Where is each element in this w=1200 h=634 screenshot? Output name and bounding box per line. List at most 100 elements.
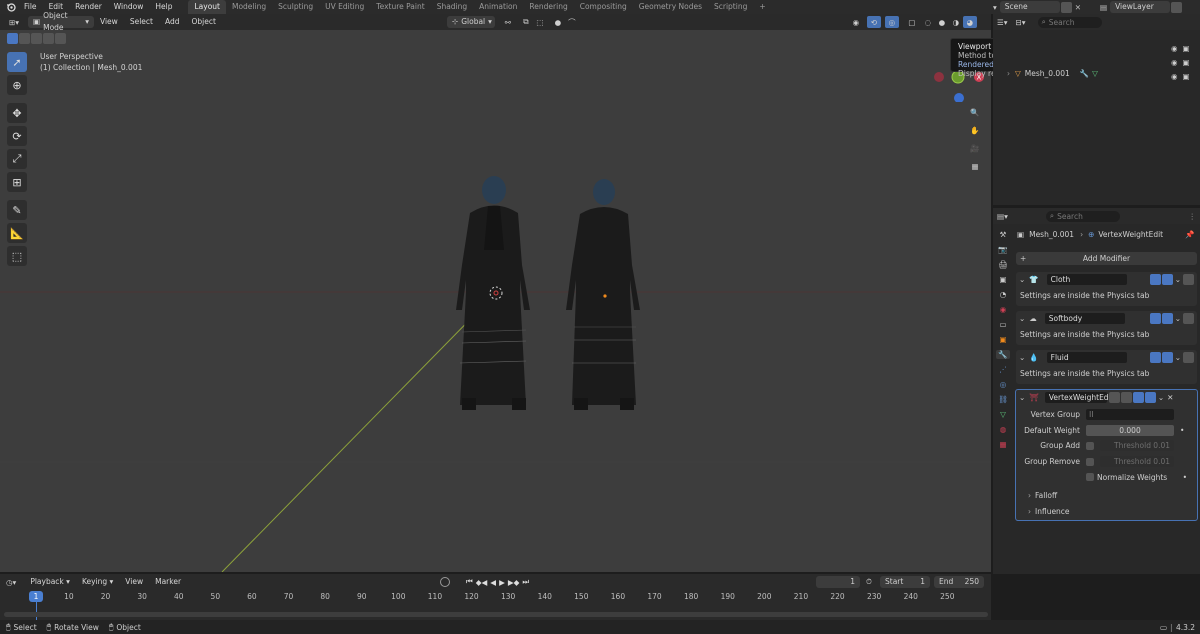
object-tab-icon[interactable]: ▣ (999, 335, 1006, 344)
frame-ruler[interactable]: 10 20 30 40 50 60 70 80 90 100 110 120 130 140 150 160 1… (0, 592, 991, 604)
menu-help[interactable]: Help (149, 0, 178, 14)
shading-rendered-icon[interactable]: ◕ (962, 16, 977, 28)
output-tab-icon[interactable]: 🖨 (998, 260, 1008, 269)
scene-name[interactable]: Scene (999, 1, 1060, 13)
modifier-name-softbody[interactable]: Softbody (1044, 313, 1125, 324)
drag-handle-icon[interactable] (1183, 313, 1194, 324)
modifier-name-vwe[interactable]: VertexWeightEdit (1044, 392, 1114, 403)
camera-icon[interactable]: 🎥 (968, 142, 982, 154)
record-button[interactable] (440, 577, 450, 587)
xray-icon[interactable]: ▢ (905, 16, 919, 28)
on-cage-icon[interactable] (1108, 392, 1120, 403)
render-tab-icon[interactable]: 📷 (998, 245, 1007, 254)
rotate-tool[interactable]: ⟳ (7, 126, 27, 146)
drag-handle-icon[interactable] (1183, 352, 1194, 363)
timeline-scrollbar[interactable] (4, 612, 988, 617)
camera-restrict-icon[interactable]: ▣ (1183, 72, 1190, 81)
tab-modeling[interactable]: Modeling (226, 0, 272, 14)
copy-view-layer-icon[interactable] (1171, 1, 1183, 13)
show-editmode-icon[interactable] (1149, 352, 1161, 363)
select-new-icon[interactable] (7, 33, 18, 44)
tab-layout[interactable]: Layout (188, 0, 226, 14)
shading-wireframe-icon[interactable]: ◌ (921, 16, 935, 28)
tab-texture-paint[interactable]: Texture Paint (370, 0, 430, 14)
end-frame-field[interactable]: End 250 (934, 576, 984, 588)
pan-hand-icon[interactable]: ✋ (968, 124, 982, 136)
timeline-menu-keying[interactable]: Keying ▾ (76, 575, 119, 589)
collapse-chevron-icon[interactable]: ⌄ (1019, 353, 1025, 362)
prev-keyframe-icon[interactable]: ◆◀ (476, 578, 488, 587)
shading-solid-icon[interactable]: ● (935, 16, 949, 28)
modifier-name-fluid[interactable]: Fluid (1046, 352, 1127, 363)
view-layer-name[interactable]: ViewLayer (1110, 1, 1171, 13)
collapse-chevron-icon[interactable]: ⌄ (1019, 393, 1025, 402)
material-tab-icon[interactable]: ◍ (1000, 425, 1007, 434)
play-icon[interactable]: ▶ (499, 578, 505, 587)
dropdown-icon[interactable]: ⌄ (1175, 353, 1181, 362)
select-invert-icon[interactable] (43, 33, 54, 44)
texture-tab-icon[interactable]: ▦ (999, 440, 1006, 449)
timeline-menu-marker[interactable]: Marker (149, 575, 187, 589)
add-workspace-button[interactable]: + (753, 0, 771, 14)
camera-restrict-icon[interactable]: ▣ (1183, 44, 1190, 53)
normalize-checkbox[interactable] (1086, 473, 1094, 482)
viewport-menu-view[interactable]: View (94, 15, 124, 29)
play-reverse-icon[interactable]: ◀ (490, 578, 496, 587)
properties-type-icon[interactable]: ▤▾ (997, 212, 1008, 221)
visibility-icon[interactable]: ◉ (849, 16, 863, 28)
pin-icon[interactable]: 📌 (1185, 230, 1194, 239)
show-editmode-icon[interactable] (1149, 313, 1161, 324)
dropdown-icon[interactable]: ⌄ (1158, 393, 1164, 402)
collection-tab-icon[interactable]: ▭ (999, 320, 1006, 329)
next-keyframe-icon[interactable]: ▶◆ (508, 578, 520, 587)
group-remove-checkbox[interactable] (1086, 457, 1094, 466)
vertex-group-field[interactable]: ⁝⁝ (1086, 409, 1174, 421)
viewport-menu-select[interactable]: Select (124, 15, 159, 29)
proportional-edit-icon[interactable]: ● (551, 16, 565, 28)
grid-view-icon[interactable]: ▦ (968, 160, 982, 172)
falloff-subpanel[interactable]: › Falloff (1016, 488, 1197, 504)
current-frame-field[interactable]: 1 (816, 576, 860, 588)
outliner-type-icon[interactable]: ☰▾ (997, 18, 1008, 27)
camera-restrict-icon[interactable]: ▣ (1183, 58, 1190, 67)
collapse-chevron-icon[interactable]: ⌄ (1019, 275, 1025, 284)
particles-tab-icon[interactable]: ⋰ (999, 365, 1007, 374)
dropdown-icon[interactable]: ⌄ (1175, 314, 1181, 323)
timeline-menu-playback[interactable]: Playback ▾ (24, 575, 76, 589)
threshold-add-field[interactable]: Threshold 0.01 (1100, 440, 1174, 452)
snap-icon[interactable]: ⧉ (519, 16, 533, 28)
eye-icon[interactable]: ◉ (1171, 44, 1178, 53)
collapse-chevron-icon[interactable]: ⌄ (1019, 314, 1025, 323)
gizmo-icon[interactable]: ⟲ (866, 16, 881, 28)
select-subtract-icon[interactable] (31, 33, 42, 44)
data-tab-icon[interactable]: ▽ (1000, 410, 1006, 419)
modifier-name-cloth[interactable]: Cloth (1046, 274, 1127, 285)
tool-tab-icon[interactable]: ⚒ (1000, 230, 1007, 239)
3d-viewport[interactable]: User Perspective (1) Collection | Mesh_0… (0, 30, 991, 572)
threshold-remove-field[interactable]: Threshold 0.01 (1100, 456, 1174, 468)
show-render-icon[interactable] (1161, 352, 1173, 363)
constraints-tab-icon[interactable]: ⛓ (998, 395, 1008, 404)
transform-tool[interactable]: ⊞ (7, 172, 27, 192)
keyframe-dot-icon[interactable]: • (1180, 426, 1184, 435)
overlays-icon[interactable]: ◎ (884, 16, 899, 28)
expand-chevron-icon[interactable]: › (1007, 69, 1010, 78)
measure-tool[interactable]: 📐 (7, 223, 27, 243)
close-icon[interactable]: ✕ (1167, 393, 1173, 402)
timeline-type-icon[interactable]: ◷▾ (6, 578, 16, 587)
modifier-tab-icon[interactable]: 🔧 (996, 350, 1010, 359)
menu-file[interactable]: File (18, 0, 43, 14)
world-tab-icon[interactable]: ◉ (1000, 305, 1007, 314)
viewport-menu-add[interactable]: Add (159, 15, 186, 29)
eye-icon[interactable]: ◉ (1171, 58, 1178, 67)
properties-search-input[interactable]: ⌕ Search (1045, 210, 1120, 222)
dropdown-icon[interactable]: ⌄ (1175, 275, 1181, 284)
tab-animation[interactable]: Animation (473, 0, 523, 14)
tab-scripting[interactable]: Scripting (708, 0, 753, 14)
tab-geometry-nodes[interactable]: Geometry Nodes (633, 0, 708, 14)
stopwatch-icon[interactable]: ⏱ (866, 577, 872, 587)
tab-uv-editing[interactable]: UV Editing (319, 0, 370, 14)
group-add-checkbox[interactable] (1086, 441, 1094, 450)
shading-material-icon[interactable]: ◑ (949, 16, 963, 28)
blender-logo-icon[interactable] (4, 1, 18, 13)
